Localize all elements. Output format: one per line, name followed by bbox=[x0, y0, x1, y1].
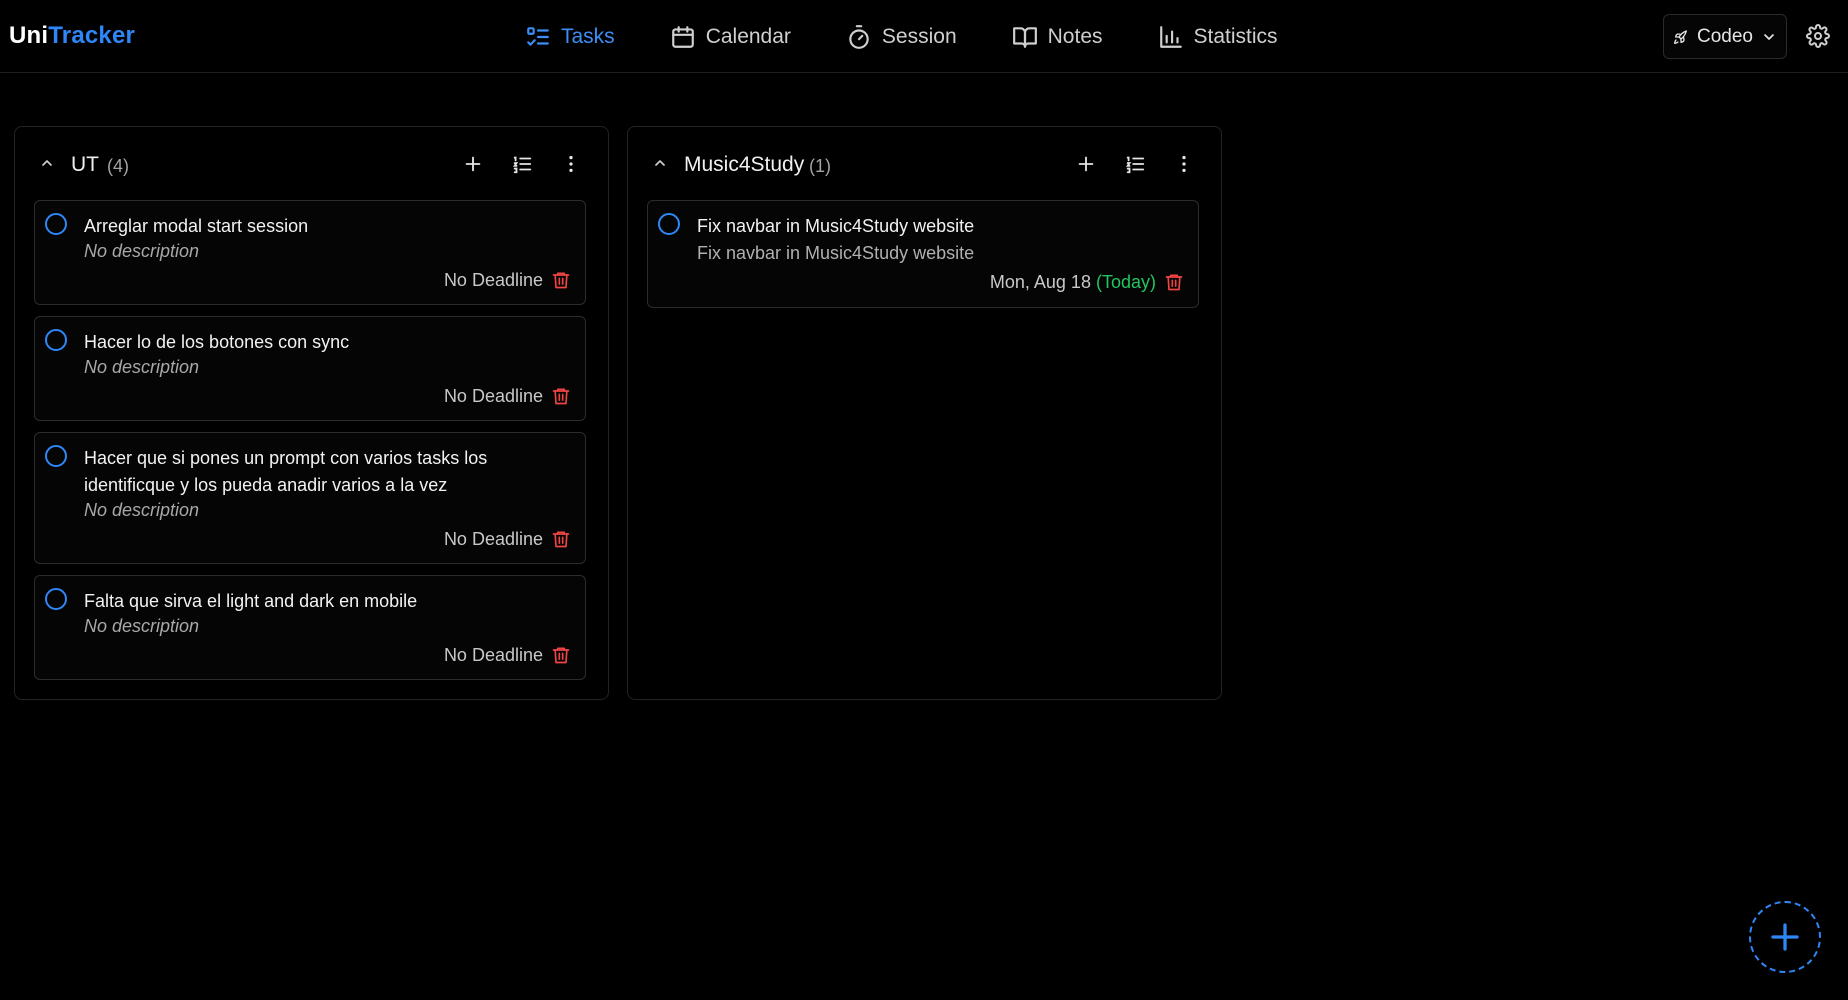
task-checkbox[interactable] bbox=[45, 213, 67, 235]
task-deadline: No Deadline bbox=[443, 386, 543, 406]
task-description: Fix navbar in Music4Study website bbox=[697, 243, 975, 263]
task-title: Arreglar modal start session bbox=[84, 216, 309, 236]
workspace-label: Codeo bbox=[1697, 25, 1753, 47]
task-title: Hacer lo de los botones con sync bbox=[84, 332, 350, 352]
column-header: Music4Study (1) bbox=[628, 127, 1221, 199]
nav-tab-label: Statistics bbox=[1193, 24, 1278, 48]
task-card[interactable]: Fix navbar in Music4Study website Fix na… bbox=[647, 200, 1199, 308]
bar-chart-icon bbox=[1159, 25, 1182, 48]
column-count: (4) bbox=[107, 156, 129, 176]
gear-icon[interactable] bbox=[1806, 24, 1830, 48]
task-checkbox[interactable] bbox=[45, 329, 67, 351]
task-title: Hacer que si pones un prompt con varios … bbox=[84, 448, 488, 495]
add-task-icon[interactable] bbox=[1075, 153, 1097, 175]
task-checkbox[interactable] bbox=[658, 213, 680, 235]
more-vertical-icon[interactable] bbox=[1173, 153, 1195, 175]
nav-tab-tasks[interactable]: Tasks bbox=[525, 24, 615, 50]
ordered-list-icon[interactable] bbox=[511, 153, 533, 175]
add-task-fab[interactable] bbox=[1749, 901, 1821, 973]
task-deadline-date: Mon, Aug 18 bbox=[989, 272, 1091, 292]
task-card[interactable]: Hacer lo de los botones con sync No desc… bbox=[34, 316, 586, 421]
top-navbar: UniTracker Tasks Calendar Session Notes bbox=[0, 0, 1848, 73]
column-header: UT (4) bbox=[15, 127, 608, 199]
app-logo[interactable]: UniTracker bbox=[9, 22, 135, 50]
main-nav: Tasks Calendar Session Notes Statistics bbox=[525, 0, 1333, 73]
add-task-icon[interactable] bbox=[462, 153, 484, 175]
task-column-ut: UT (4) Arreglar modal start session No d… bbox=[14, 126, 609, 700]
nav-tab-statistics[interactable]: Statistics bbox=[1158, 24, 1278, 50]
nav-tab-calendar[interactable]: Calendar bbox=[670, 24, 791, 50]
chevron-down-icon bbox=[1764, 33, 1774, 40]
column-title: UT bbox=[71, 153, 99, 176]
calendar-icon bbox=[671, 25, 694, 48]
task-description: No description bbox=[84, 616, 200, 636]
task-title: Fix navbar in Music4Study website bbox=[697, 216, 975, 236]
chevron-up-icon[interactable] bbox=[652, 155, 668, 171]
task-deadline: No Deadline bbox=[443, 645, 543, 665]
task-deadline: No Deadline bbox=[443, 270, 543, 290]
rocket-icon bbox=[1674, 29, 1687, 44]
logo-uni: Uni bbox=[9, 22, 49, 49]
book-icon bbox=[1012, 26, 1037, 48]
task-column-music4study: Music4Study (1) Fix navbar in Music4Stud… bbox=[627, 126, 1222, 700]
task-card[interactable]: Hacer que si pones un prompt con varios … bbox=[34, 432, 586, 564]
trash-icon[interactable] bbox=[551, 528, 571, 550]
nav-tab-label: Notes bbox=[1047, 24, 1103, 48]
chevron-up-icon[interactable] bbox=[39, 155, 55, 171]
logo-tracker: Tracker bbox=[48, 22, 136, 49]
task-deadline-today: (Today) bbox=[1095, 272, 1156, 292]
task-description: No description bbox=[84, 500, 200, 520]
task-card[interactable]: Arreglar modal start session No descript… bbox=[34, 200, 586, 305]
column-title: Music4Study bbox=[684, 153, 805, 176]
task-deadline: Mon, Aug 18 (Today) bbox=[990, 272, 1156, 293]
plus-icon bbox=[1771, 923, 1799, 951]
task-deadline: No Deadline bbox=[443, 529, 543, 549]
trash-icon[interactable] bbox=[551, 269, 571, 291]
task-checkbox[interactable] bbox=[45, 445, 67, 467]
trash-icon[interactable] bbox=[551, 385, 571, 407]
task-description: No description bbox=[84, 241, 200, 261]
column-count: (1) bbox=[809, 156, 831, 176]
task-card[interactable]: Falta que sirva el light and dark en mob… bbox=[34, 575, 586, 680]
trash-icon[interactable] bbox=[1164, 271, 1184, 293]
workspace-select[interactable]: Codeo bbox=[1663, 14, 1787, 59]
nav-tab-session[interactable]: Session bbox=[846, 24, 957, 50]
timer-icon bbox=[849, 24, 869, 49]
nav-tab-notes[interactable]: Notes bbox=[1012, 24, 1103, 50]
more-vertical-icon[interactable] bbox=[560, 153, 582, 175]
list-check-icon bbox=[527, 26, 549, 46]
nav-tab-label: Tasks bbox=[561, 24, 615, 48]
task-title: Falta que sirva el light and dark en mob… bbox=[84, 591, 418, 611]
task-description: No description bbox=[84, 357, 200, 377]
task-checkbox[interactable] bbox=[45, 588, 67, 610]
trash-icon[interactable] bbox=[551, 644, 571, 666]
ordered-list-icon[interactable] bbox=[1124, 153, 1146, 175]
nav-tab-label: Session bbox=[881, 24, 957, 48]
nav-tab-label: Calendar bbox=[705, 24, 791, 48]
